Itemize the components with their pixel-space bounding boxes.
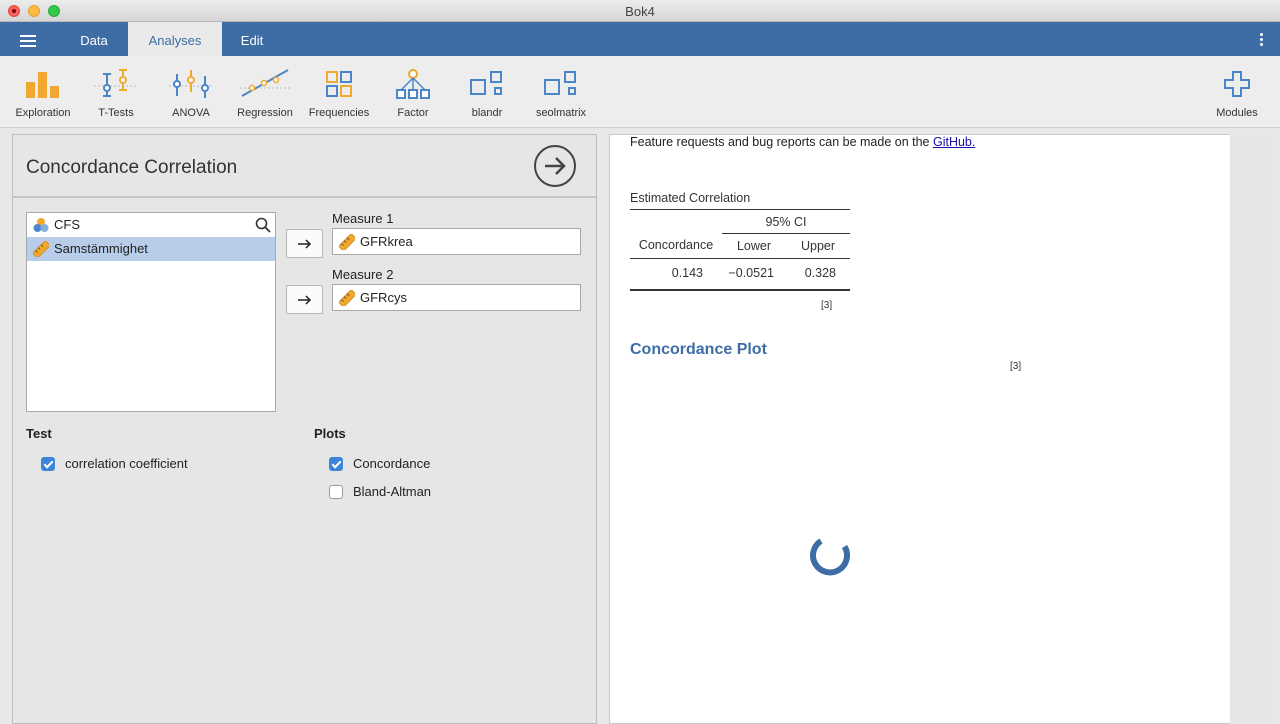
feature-request-note: Feature requests and bug reports can be … bbox=[630, 135, 975, 149]
ribbon-frequencies-label: Frequencies bbox=[308, 107, 370, 119]
ci-rule bbox=[722, 233, 850, 234]
test-group-title: Test bbox=[26, 426, 52, 441]
variable-name: Samstämmighet bbox=[54, 241, 148, 256]
modules-plus-icon bbox=[1224, 71, 1250, 97]
ribbon-regression-button[interactable]: Regression bbox=[228, 64, 302, 124]
ribbon-seolmatrix-button[interactable]: seolmatrix bbox=[524, 64, 598, 124]
continuous-variable-icon bbox=[33, 241, 49, 257]
tab-analyses[interactable]: Analyses bbox=[128, 22, 222, 56]
frequencies-icon bbox=[326, 71, 352, 97]
cell-upper: 0.328 bbox=[804, 266, 836, 280]
analysis-title: Concordance Correlation bbox=[26, 157, 238, 178]
ci-header: 95% CI bbox=[765, 215, 807, 229]
concordance-plot-checkbox[interactable]: Concordance bbox=[329, 456, 430, 474]
checkbox-label: correlation coefficient bbox=[65, 456, 188, 471]
ribbon-exploration-button[interactable]: Exploration bbox=[6, 64, 80, 124]
factor-icon bbox=[396, 69, 430, 99]
measure1-label: Measure 1 bbox=[332, 211, 394, 226]
seolmatrix-icon bbox=[544, 71, 576, 95]
move-to-measure1-button[interactable] bbox=[286, 229, 323, 258]
measure2-field[interactable]: GFRcys bbox=[332, 284, 581, 311]
cell-lower: −0.0521 bbox=[728, 266, 774, 280]
main-menubar: Data Analyses Edit bbox=[0, 22, 1280, 56]
variable-list[interactable]: CFS Samstämmighet bbox=[26, 212, 276, 412]
ribbon-exploration-label: Exploration bbox=[15, 107, 71, 119]
table-bottom-rule bbox=[630, 289, 850, 291]
col-upper-header: Upper bbox=[800, 239, 836, 253]
measure1-value: GFRkrea bbox=[360, 234, 413, 249]
ribbon-anova-label: ANOVA bbox=[172, 107, 210, 119]
plots-group-title: Plots bbox=[314, 426, 346, 441]
checkbox-checked-icon[interactable] bbox=[41, 457, 55, 471]
anova-icon bbox=[169, 70, 213, 98]
tab-edit[interactable]: Edit bbox=[224, 22, 280, 56]
continuous-variable-icon bbox=[339, 290, 355, 306]
bland-altman-plot-checkbox[interactable]: Bland-Altman bbox=[329, 484, 431, 502]
table-footnote-ref: [3] bbox=[821, 300, 833, 311]
col-lower-header: Lower bbox=[736, 239, 772, 253]
ribbon-regression-label: Regression bbox=[237, 107, 293, 119]
variable-samstammighet[interactable]: Samstämmighet bbox=[27, 237, 275, 261]
ribbon-anova-button[interactable]: ANOVA bbox=[154, 64, 228, 124]
ribbon-seolmatrix-label: seolmatrix bbox=[535, 107, 587, 119]
table-top-rule bbox=[630, 209, 850, 210]
ribbon-factor-button[interactable]: Factor bbox=[376, 64, 450, 124]
ribbon-t-tests-label: T-Tests bbox=[98, 107, 134, 119]
correlation-coefficient-checkbox[interactable]: correlation coefficient bbox=[41, 456, 188, 474]
github-link[interactable]: GitHub. bbox=[933, 135, 975, 149]
ribbon-blandr-button[interactable]: blandr bbox=[450, 64, 524, 124]
checkbox-label: Bland-Altman bbox=[353, 484, 432, 499]
feature-note-text: Feature requests and bug reports can be … bbox=[630, 135, 933, 149]
ribbon-frequencies-button[interactable]: Frequencies bbox=[302, 64, 376, 124]
measure1-field[interactable]: GFRkrea bbox=[332, 228, 581, 255]
continuous-variable-icon bbox=[339, 234, 355, 250]
exploration-icon bbox=[26, 72, 59, 98]
checkbox-label: Concordance bbox=[353, 456, 431, 471]
loading-spinner-icon bbox=[810, 538, 851, 576]
ribbon-modules-label: Modules bbox=[1216, 107, 1258, 119]
ribbon-t-tests-button[interactable]: T-Tests bbox=[79, 64, 153, 124]
checkbox-unchecked-icon[interactable] bbox=[329, 485, 343, 499]
variable-name: CFS bbox=[54, 217, 80, 232]
col-concordance-header: Concordance bbox=[638, 238, 714, 252]
plot-footnote-ref: [3] bbox=[1010, 361, 1022, 372]
window-title: Bok4 bbox=[625, 4, 655, 19]
checkbox-checked-icon[interactable] bbox=[329, 457, 343, 471]
ribbon-blandr-label: blandr bbox=[471, 107, 503, 119]
cell-concordance: 0.143 bbox=[671, 266, 703, 280]
nominal-variable-icon bbox=[33, 218, 49, 232]
ribbon-factor-label: Factor bbox=[397, 107, 429, 119]
arrow-right-icon bbox=[545, 157, 566, 175]
t-tests-icon bbox=[94, 69, 138, 97]
search-icon[interactable] bbox=[255, 217, 271, 233]
move-to-measure2-button[interactable] bbox=[286, 285, 323, 314]
plot-title: Concordance Plot bbox=[630, 341, 767, 358]
variable-cfs[interactable]: CFS bbox=[27, 213, 275, 237]
measure2-label: Measure 2 bbox=[332, 267, 394, 282]
run-analysis-button[interactable] bbox=[534, 145, 576, 187]
regression-icon bbox=[240, 69, 290, 97]
arrow-right-icon bbox=[298, 239, 312, 249]
more-options-icon[interactable] bbox=[1260, 33, 1264, 47]
blandr-icon bbox=[470, 71, 502, 95]
window-titlebar: Bok4 bbox=[0, 0, 1280, 22]
panel-divider bbox=[13, 196, 596, 198]
arrow-right-icon bbox=[298, 295, 312, 305]
results-gutter bbox=[1230, 134, 1272, 724]
measure2-value: GFRcys bbox=[360, 290, 407, 305]
results-table-title: Estimated Correlation bbox=[630, 191, 751, 205]
results-panel: Feature requests and bug reports can be … bbox=[609, 134, 1271, 724]
ribbon-modules-button[interactable]: Modules bbox=[1200, 64, 1274, 124]
hamburger-menu-icon[interactable] bbox=[20, 35, 36, 47]
tab-data[interactable]: Data bbox=[62, 22, 126, 56]
analysis-options-panel: Concordance Correlation CFS Samstämmighe… bbox=[12, 134, 597, 724]
header-rule bbox=[630, 258, 850, 259]
analyses-ribbon: Exploration T-Tests ANOVA Regression Fre… bbox=[0, 56, 1280, 128]
